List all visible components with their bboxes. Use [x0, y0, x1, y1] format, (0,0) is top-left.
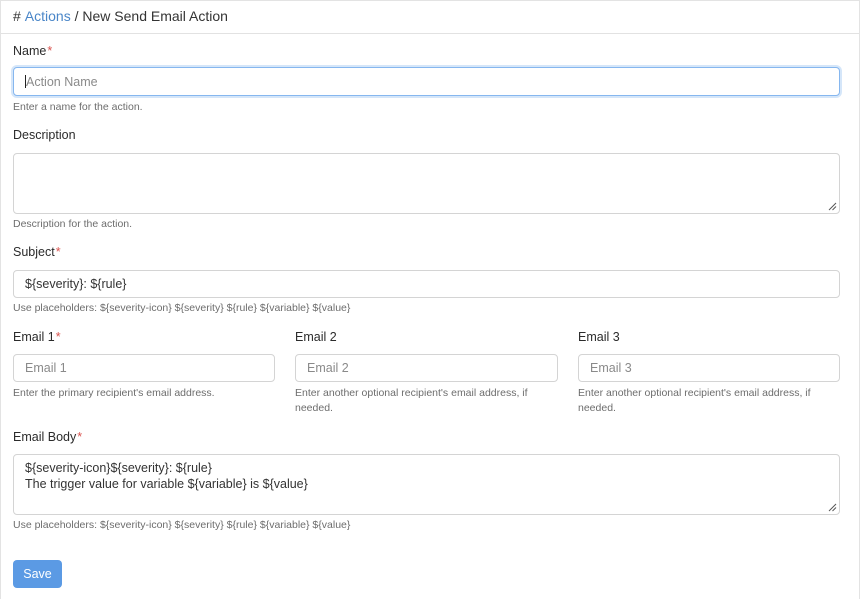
name-label: Name*	[13, 44, 52, 58]
subject-value: ${severity}: ${rule}	[25, 277, 127, 291]
save-button[interactable]: Save	[13, 560, 62, 588]
email3-placeholder: Email 3	[590, 361, 632, 375]
breadcrumb-actions-link[interactable]: Actions	[25, 8, 71, 24]
page-title: New Send Email Action	[82, 8, 228, 24]
name-input[interactable]: Action Name	[13, 67, 840, 96]
description-help-text: Description for the action.	[13, 218, 133, 230]
required-marker: *	[55, 330, 61, 344]
resize-grip-icon[interactable]	[828, 503, 837, 512]
hash-icon: #	[13, 8, 21, 24]
email1-help-text: Enter the primary recipient's email addr…	[13, 387, 215, 399]
description-label: Description	[13, 128, 76, 142]
resize-grip-icon[interactable]	[828, 202, 837, 211]
email1-placeholder: Email 1	[25, 361, 67, 375]
subject-label: Subject*	[13, 245, 61, 259]
page: # Actions / New Send Email Action Name* A…	[0, 0, 860, 599]
name-help-text: Enter a name for the action.	[13, 101, 143, 113]
subject-label-text: Subject	[13, 245, 55, 259]
breadcrumb-separator: /	[74, 8, 79, 24]
description-textarea[interactable]	[13, 153, 840, 214]
email2-input[interactable]: Email 2	[295, 354, 558, 382]
email-body-label: Email Body*	[13, 430, 82, 444]
subject-help-text: Use placeholders: ${severity-icon} ${sev…	[13, 302, 351, 314]
email1-label-text: Email 1	[13, 330, 55, 344]
name-label-text: Name	[13, 44, 47, 58]
breadcrumb: # Actions / New Send Email Action	[1, 0, 859, 34]
email-body-label-text: Email Body	[13, 430, 77, 444]
email1-label: Email 1*	[13, 330, 61, 344]
email3-label: Email 3	[578, 330, 620, 344]
email-body-line: ${severity-icon}${severity}: ${rule}	[25, 461, 212, 475]
email2-help-text: Enter another optional recipient's email…	[295, 387, 528, 414]
name-placeholder: Action Name	[26, 74, 98, 89]
email-body-textarea[interactable]: ${severity-icon}${severity}: ${rule} The…	[13, 454, 840, 515]
required-marker: *	[77, 430, 83, 444]
required-marker: *	[55, 245, 61, 259]
subject-input[interactable]: ${severity}: ${rule}	[13, 270, 840, 298]
email3-input[interactable]: Email 3	[578, 354, 840, 382]
required-marker: *	[47, 44, 53, 58]
email2-label: Email 2	[295, 330, 337, 344]
email-body-help-text: Use placeholders: ${severity-icon} ${sev…	[13, 519, 351, 531]
email2-placeholder: Email 2	[307, 361, 349, 375]
email3-help-text: Enter another optional recipient's email…	[578, 387, 811, 414]
email1-input[interactable]: Email 1	[13, 354, 275, 382]
email-body-line: The trigger value for variable ${variabl…	[25, 477, 308, 491]
